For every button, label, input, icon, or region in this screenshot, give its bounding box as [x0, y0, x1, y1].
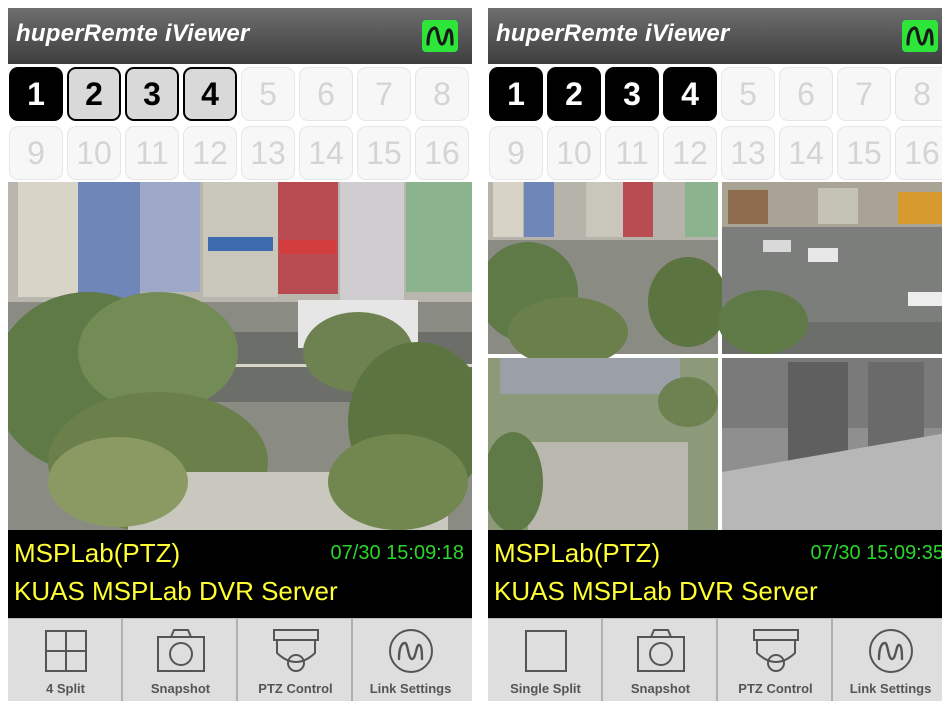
ptz-control-button[interactable]: PTZ Control	[238, 619, 353, 701]
channel-button-13[interactable]: 13	[241, 126, 295, 180]
screen-quad-view: huperRemte iViewer 1 2 3 4 5 6 7 8 9 10 …	[488, 8, 942, 701]
channel-button-5[interactable]: 5	[241, 67, 295, 121]
snapshot-button[interactable]: Snapshot	[603, 619, 718, 701]
camera-icon	[157, 629, 205, 672]
camera-timestamp: 07/30 15:09:18	[330, 542, 464, 564]
snapshot-label: Snapshot	[150, 681, 211, 696]
channel-grid: 1 2 3 4 5 6 7 8 9 10 11 12 13 14 15 16	[8, 66, 472, 182]
channel-button-2[interactable]: 2	[547, 67, 601, 121]
camera-video-feed[interactable]	[8, 182, 472, 530]
channel-button-6[interactable]: 6	[779, 67, 833, 121]
app-title: huperRemte iViewer	[16, 20, 250, 47]
channel-button-10[interactable]: 10	[547, 126, 601, 180]
ptz-label: PTZ Control	[258, 681, 333, 696]
camera-name: MSPLab(PTZ)	[14, 538, 181, 568]
split-label: Single Split	[510, 681, 581, 696]
camera-video-quad	[488, 182, 942, 530]
ptz-control-button[interactable]: PTZ Control	[718, 619, 833, 701]
camera-feed-1[interactable]	[488, 182, 728, 367]
connection-status-icon[interactable]	[902, 20, 938, 52]
channel-button-15[interactable]: 15	[837, 126, 891, 180]
quad-camera-feeds	[488, 182, 942, 530]
link-label: Link Settings	[849, 681, 932, 696]
app-title: huperRemte iViewer	[496, 20, 730, 47]
channel-button-3[interactable]: 3	[125, 67, 179, 121]
channel-button-10[interactable]: 10	[67, 126, 121, 180]
street-scene-image	[8, 182, 472, 530]
bottom-toolbar: Single Split Snapshot PTZ Control Link S…	[488, 618, 942, 701]
split-label: 4 Split	[45, 681, 85, 696]
ptz-label: PTZ Control	[738, 681, 813, 696]
four-split-icon	[45, 630, 87, 672]
title-bar: huperRemte iViewer	[8, 8, 472, 64]
title-bar: huperRemte iViewer	[488, 8, 942, 64]
camera-info-bar: MSPLab(PTZ) 07/30 15:09:18 KUAS MSPLab D…	[8, 530, 472, 618]
channel-grid: 1 2 3 4 5 6 7 8 9 10 11 12 13 14 15 16	[488, 66, 942, 182]
channel-button-6[interactable]: 6	[299, 67, 353, 121]
link-icon	[389, 629, 433, 673]
link-settings-button[interactable]: Link Settings	[833, 619, 942, 701]
channel-button-8[interactable]: 8	[415, 67, 469, 121]
camera-feed-4[interactable]	[722, 358, 942, 530]
camera-feed-2[interactable]	[718, 182, 942, 354]
link-settings-button[interactable]: Link Settings	[353, 619, 468, 701]
channel-button-11[interactable]: 11	[605, 126, 659, 180]
channel-button-13[interactable]: 13	[721, 126, 775, 180]
screen-single-view: huperRemte iViewer 1 2 3 4 5 6 7 8 9 10 …	[8, 8, 472, 701]
server-name: KUAS MSPLab DVR Server	[14, 576, 338, 606]
channel-button-4[interactable]: 4	[663, 67, 717, 121]
channel-button-7[interactable]: 7	[357, 67, 411, 121]
single-split-icon	[525, 630, 567, 672]
split-button[interactable]: Single Split	[488, 619, 603, 701]
server-name: KUAS MSPLab DVR Server	[494, 576, 818, 606]
camera-info-bar: MSPLab(PTZ) 07/30 15:09:35 KUAS MSPLab D…	[488, 530, 942, 618]
camera-feed-3[interactable]	[488, 358, 718, 530]
channel-button-4[interactable]: 4	[183, 67, 237, 121]
channel-button-16[interactable]: 16	[415, 126, 469, 180]
channel-button-9[interactable]: 9	[489, 126, 543, 180]
channel-button-14[interactable]: 14	[299, 126, 353, 180]
channel-button-3[interactable]: 3	[605, 67, 659, 121]
link-icon	[869, 629, 913, 673]
link-label: Link Settings	[369, 681, 452, 696]
channel-button-5[interactable]: 5	[721, 67, 775, 121]
channel-button-2[interactable]: 2	[67, 67, 121, 121]
split-button[interactable]: 4 Split	[8, 619, 123, 701]
snapshot-label: Snapshot	[630, 681, 691, 696]
camera-name: MSPLab(PTZ)	[494, 538, 661, 568]
channel-button-12[interactable]: 12	[663, 126, 717, 180]
connection-status-icon[interactable]	[422, 20, 458, 52]
bottom-toolbar: 4 Split Snapshot PTZ Control Link Settin…	[8, 618, 472, 701]
channel-button-16[interactable]: 16	[895, 126, 942, 180]
ptz-camera-icon	[753, 629, 799, 672]
camera-icon	[637, 629, 685, 672]
channel-button-12[interactable]: 12	[183, 126, 237, 180]
channel-button-9[interactable]: 9	[9, 126, 63, 180]
channel-button-1[interactable]: 1	[489, 67, 543, 121]
channel-button-1[interactable]: 1	[9, 67, 63, 121]
channel-button-14[interactable]: 14	[779, 126, 833, 180]
camera-timestamp: 07/30 15:09:35	[810, 542, 942, 564]
ptz-camera-icon	[273, 629, 319, 672]
channel-button-15[interactable]: 15	[357, 126, 411, 180]
channel-button-7[interactable]: 7	[837, 67, 891, 121]
snapshot-button[interactable]: Snapshot	[123, 619, 238, 701]
channel-button-11[interactable]: 11	[125, 126, 179, 180]
channel-button-8[interactable]: 8	[895, 67, 942, 121]
